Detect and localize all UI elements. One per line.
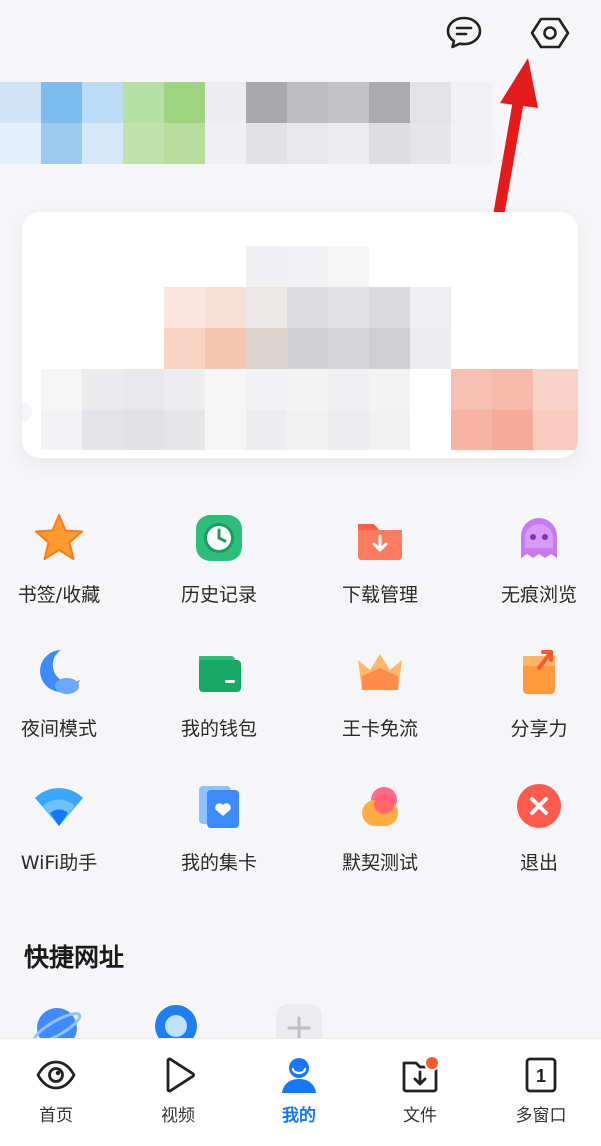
tile-wifi[interactable]: WiFi助手 [0, 778, 134, 888]
tab-label: 首页 [39, 1106, 73, 1126]
tab-files[interactable]: 文件 [360, 1039, 480, 1146]
clock-icon [196, 515, 242, 561]
share-icon [523, 650, 555, 694]
tab-mine[interactable]: 我的 [239, 1039, 359, 1146]
profile-area-blurred[interactable] [0, 82, 500, 164]
tab-label: 多窗口 [515, 1106, 567, 1126]
tile-history[interactable]: 历史记录 [144, 510, 294, 620]
tile-bookmarks[interactable]: 书签/收藏 [0, 510, 134, 620]
card-notch [22, 402, 32, 422]
top-bar [0, 0, 601, 70]
shortcut-item-search[interactable] [152, 1000, 202, 1040]
tile-label: WiFi助手 [20, 852, 98, 874]
window-count: 1 [536, 1066, 546, 1086]
download-folder-icon [358, 524, 402, 560]
tile-label: 王卡免流 [341, 718, 418, 740]
tile-share-power[interactable]: 分享力 [464, 644, 601, 754]
tile-label: 分享力 [510, 718, 568, 740]
tile-label: 默契测试 [341, 852, 418, 874]
tile-wangka[interactable]: 王卡免流 [305, 644, 455, 754]
notification-dot [424, 1055, 440, 1071]
tab-label: 我的 [282, 1106, 316, 1126]
windows-icon: 1 [525, 1057, 557, 1093]
search-circle-icon [155, 1005, 197, 1040]
tab-label: 视频 [161, 1106, 195, 1126]
star-icon [35, 514, 83, 560]
tile-label: 我的集卡 [180, 852, 257, 874]
wallet-icon [199, 656, 241, 692]
exit-icon [517, 784, 561, 828]
settings-icon [530, 17, 570, 49]
tile-exit[interactable]: 退出 [464, 778, 601, 888]
tile-downloads[interactable]: 下载管理 [305, 510, 455, 620]
message-icon [446, 16, 482, 49]
settings-button[interactable] [529, 12, 571, 54]
play-icon [166, 1057, 195, 1093]
tab-label: 文件 [403, 1106, 437, 1126]
eye-icon [36, 1060, 76, 1090]
member-card-blurred[interactable] [22, 212, 578, 458]
tile-label: 历史记录 [180, 584, 257, 606]
tile-tacit-test[interactable]: 默契测试 [305, 778, 455, 888]
tile-incognito[interactable]: 无痕浏览 [464, 510, 601, 620]
tile-label: 夜间模式 [20, 718, 97, 740]
ghost-icon [521, 518, 557, 558]
tile-label: 退出 [519, 852, 558, 874]
user-icon [282, 1058, 316, 1093]
wifi-icon [35, 788, 83, 826]
card-collection-icon [199, 786, 239, 828]
tab-multi-window[interactable]: 1 多窗口 [481, 1039, 601, 1146]
tile-label: 下载管理 [341, 584, 418, 606]
tile-wallet[interactable]: 我的钱包 [144, 644, 294, 754]
tile-night-mode[interactable]: 夜间模式 [0, 644, 134, 754]
tile-label: 我的钱包 [180, 718, 257, 740]
crown-icon [358, 654, 402, 690]
message-button[interactable] [443, 12, 485, 54]
tile-label: 无痕浏览 [500, 584, 577, 606]
tile-label: 书签/收藏 [17, 584, 101, 606]
section-title-shortcuts: 快捷网址 [24, 943, 125, 972]
add-icon [276, 1004, 322, 1040]
bottom-tab-bar: 首页 视频 我的 文件 1 多窗口 [0, 1038, 601, 1146]
tile-card-collection[interactable]: 我的集卡 [144, 778, 294, 888]
heart-test-icon [362, 787, 398, 826]
shortcut-add-button[interactable] [274, 1000, 324, 1040]
shortcut-item-planet[interactable] [32, 1000, 82, 1040]
tab-video[interactable]: 视频 [118, 1039, 238, 1146]
planet-icon [32, 1008, 82, 1040]
moon-icon [40, 650, 80, 694]
tab-home[interactable]: 首页 [0, 1039, 116, 1146]
